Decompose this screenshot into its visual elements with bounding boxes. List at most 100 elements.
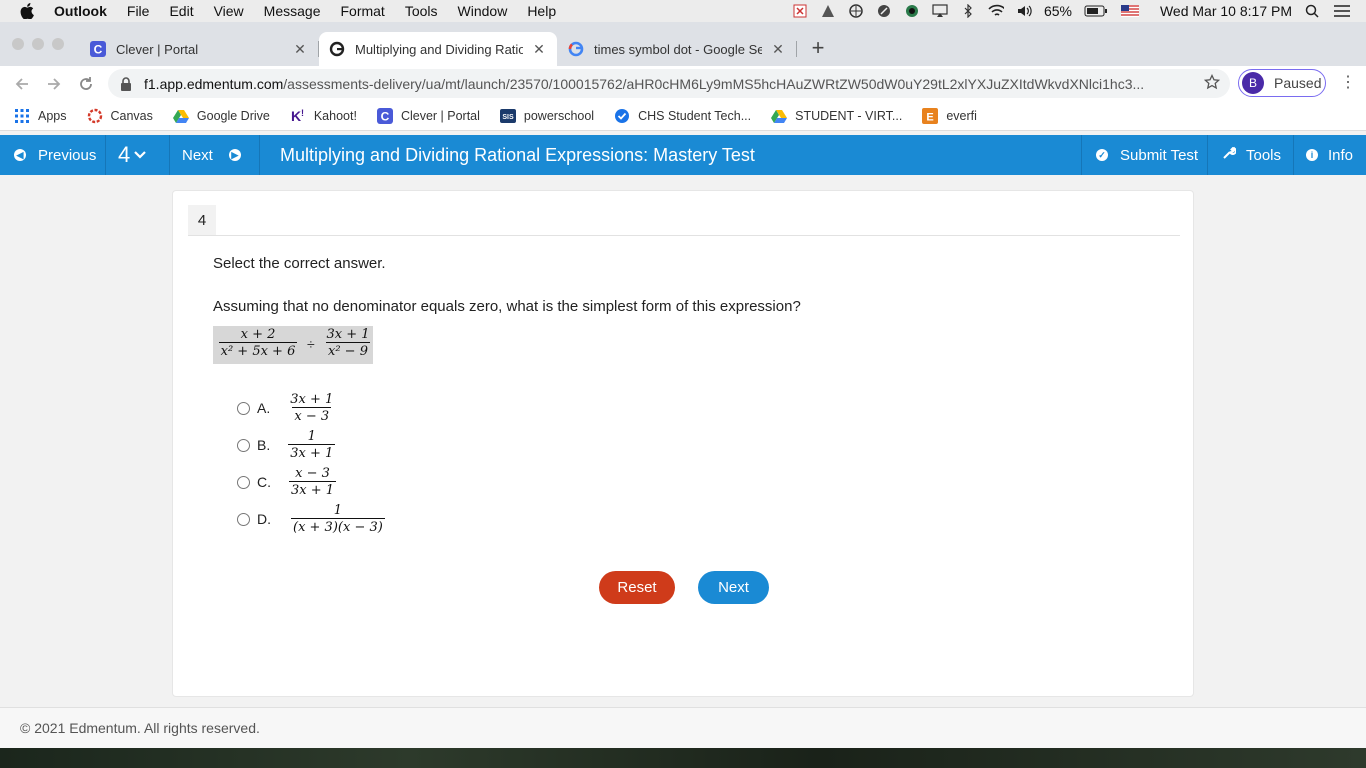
- menu-tools[interactable]: Tools: [405, 3, 438, 19]
- option-a-fraction: 3x + 1 x − 3: [288, 393, 335, 423]
- denominator: x² − 9: [326, 342, 370, 359]
- option-letter: C.: [257, 474, 271, 490]
- bookmark-chs-student-tech[interactable]: CHS Student Tech...: [614, 108, 751, 124]
- volume-icon[interactable]: [1016, 3, 1032, 19]
- apple-icon[interactable]: [20, 3, 38, 19]
- question-selector[interactable]: 4: [106, 135, 170, 175]
- tab-clever-portal[interactable]: C Clever | Portal ✕: [80, 32, 318, 66]
- checkmark-badge-icon: [614, 108, 630, 124]
- minimize-window-button[interactable]: [32, 38, 44, 50]
- numerator: 3x + 1: [290, 392, 334, 407]
- bookmark-google-drive[interactable]: Google Drive: [172, 108, 270, 124]
- next-button[interactable]: Next: [698, 571, 769, 604]
- clock[interactable]: Wed Mar 10 8:17 PM: [1160, 3, 1292, 19]
- denominator: x − 3: [292, 407, 332, 424]
- option-a[interactable]: A. 3x + 1 x − 3: [237, 393, 335, 423]
- submit-test-button[interactable]: ✓ Submit Test: [1081, 135, 1207, 175]
- menu-window[interactable]: Window: [458, 3, 508, 19]
- tab-title: Multiplying and Dividing Rational: [355, 41, 523, 57]
- wrench-icon: [1222, 146, 1237, 164]
- spotlight-search-icon[interactable]: [1304, 3, 1320, 19]
- control-center-icon[interactable]: [1332, 3, 1352, 19]
- arrow-right-circle-icon: ▶: [228, 149, 241, 161]
- option-d-radio[interactable]: [237, 512, 250, 526]
- zoom-window-button[interactable]: [52, 38, 64, 50]
- close-tab-icon[interactable]: ✕: [770, 41, 786, 58]
- bookmark-label: Google Drive: [196, 108, 270, 123]
- new-tab-button[interactable]: +: [808, 37, 828, 59]
- expression-left-fraction: x + 2 x² + 5x + 6: [213, 328, 303, 358]
- tab-edmentum-test[interactable]: Multiplying and Dividing Rational ✕: [319, 32, 557, 66]
- bookmark-everfi[interactable]: E everfi: [922, 107, 977, 124]
- bookmark-canvas[interactable]: Canvas: [87, 108, 153, 124]
- url-text[interactable]: f1.app.edmentum.com/assessments-delivery…: [144, 76, 1194, 92]
- disc-icon[interactable]: [876, 3, 892, 19]
- google-drive-icon: [172, 108, 189, 124]
- option-d-fraction: 1 (x + 3)(x − 3): [291, 504, 385, 534]
- close-tab-icon[interactable]: ✕: [531, 41, 547, 58]
- battery-icon[interactable]: [1084, 3, 1108, 19]
- menu-file[interactable]: File: [127, 3, 150, 19]
- bookmark-label: Canvas: [110, 108, 153, 123]
- bookmark-clever-portal[interactable]: C Clever | Portal: [376, 107, 480, 124]
- option-b[interactable]: B. 1 3x + 1: [237, 430, 336, 460]
- bookmark-star-icon[interactable]: [1203, 73, 1221, 93]
- bookmark-student-virt[interactable]: STUDENT - VIRT...: [771, 108, 902, 124]
- apps-grid-icon: [14, 108, 30, 124]
- close-box-icon[interactable]: [792, 3, 808, 19]
- bluetooth-icon[interactable]: [960, 3, 976, 19]
- copyright-text: © 2021 Edmentum. All rights reserved.: [20, 720, 260, 736]
- tab-google-search[interactable]: times symbol dot - Google Sea ✕: [558, 32, 796, 66]
- check-circle-icon: ✓: [1096, 149, 1108, 161]
- bookmark-label: CHS Student Tech...: [638, 108, 752, 123]
- submit-label: Submit Test: [1120, 146, 1199, 164]
- close-tab-icon[interactable]: ✕: [292, 41, 308, 58]
- powerschool-icon: SIS: [499, 108, 516, 124]
- back-arrow-icon[interactable]: [10, 72, 34, 96]
- lock-icon[interactable]: [120, 76, 134, 91]
- option-b-radio[interactable]: [237, 438, 250, 452]
- menu-app-name[interactable]: Outlook: [54, 3, 107, 19]
- numerator: x + 2: [240, 327, 276, 342]
- wifi-icon[interactable]: [988, 3, 1004, 19]
- airplay-icon[interactable]: [932, 3, 948, 19]
- next-label: Next: [182, 146, 213, 164]
- option-c-fraction: x − 3 3x + 1: [289, 467, 337, 497]
- profile-button[interactable]: B Paused: [1238, 69, 1326, 97]
- previous-button[interactable]: ◀ Previous: [0, 135, 106, 175]
- menu-format[interactable]: Format: [340, 3, 384, 19]
- tools-button[interactable]: Tools: [1207, 135, 1293, 175]
- crosshair-icon[interactable]: [848, 3, 864, 19]
- profile-status: Paused: [1274, 75, 1322, 91]
- address-bar[interactable]: f1.app.edmentum.com/assessments-delivery…: [108, 69, 1230, 98]
- reset-button[interactable]: Reset: [599, 571, 675, 604]
- bookmark-kahoot[interactable]: K! Kahoot!: [290, 108, 357, 124]
- info-button[interactable]: i Info: [1293, 135, 1366, 175]
- menu-message[interactable]: Message: [264, 3, 321, 19]
- bookmark-powerschool[interactable]: SIS powerschool: [499, 108, 594, 124]
- option-a-radio[interactable]: [237, 401, 250, 415]
- edmentum-icon: [329, 41, 345, 57]
- bookmark-apps[interactable]: Apps: [14, 108, 67, 124]
- reload-icon[interactable]: [74, 72, 98, 96]
- forward-arrow-icon[interactable]: [42, 72, 66, 96]
- option-c[interactable]: C. x − 3 3x + 1: [237, 467, 337, 497]
- denominator: (x + 3)(x − 3): [291, 518, 385, 535]
- menu-view[interactable]: View: [214, 3, 244, 19]
- more-menu-icon[interactable]: ⋮: [1340, 75, 1356, 91]
- globe-icon[interactable]: [904, 3, 920, 19]
- close-window-button[interactable]: [12, 38, 24, 50]
- menu-help[interactable]: Help: [527, 3, 556, 19]
- browser-tab-strip: C Clever | Portal ✕ Multiplying and Divi…: [0, 22, 1366, 66]
- svg-text:E: E: [927, 111, 934, 123]
- warning-icon[interactable]: [820, 3, 836, 19]
- menu-edit[interactable]: Edit: [169, 3, 193, 19]
- svg-text:C: C: [381, 109, 390, 123]
- option-d[interactable]: D. 1 (x + 3)(x − 3): [237, 504, 385, 534]
- url-host: f1.app.edmentum.com: [144, 75, 284, 92]
- question-instruction: Select the correct answer.: [213, 255, 386, 272]
- svg-text:C: C: [94, 43, 103, 57]
- next-header-button[interactable]: Next ▶: [170, 135, 260, 175]
- option-c-radio[interactable]: [237, 475, 250, 489]
- input-flag-icon[interactable]: [1120, 3, 1140, 19]
